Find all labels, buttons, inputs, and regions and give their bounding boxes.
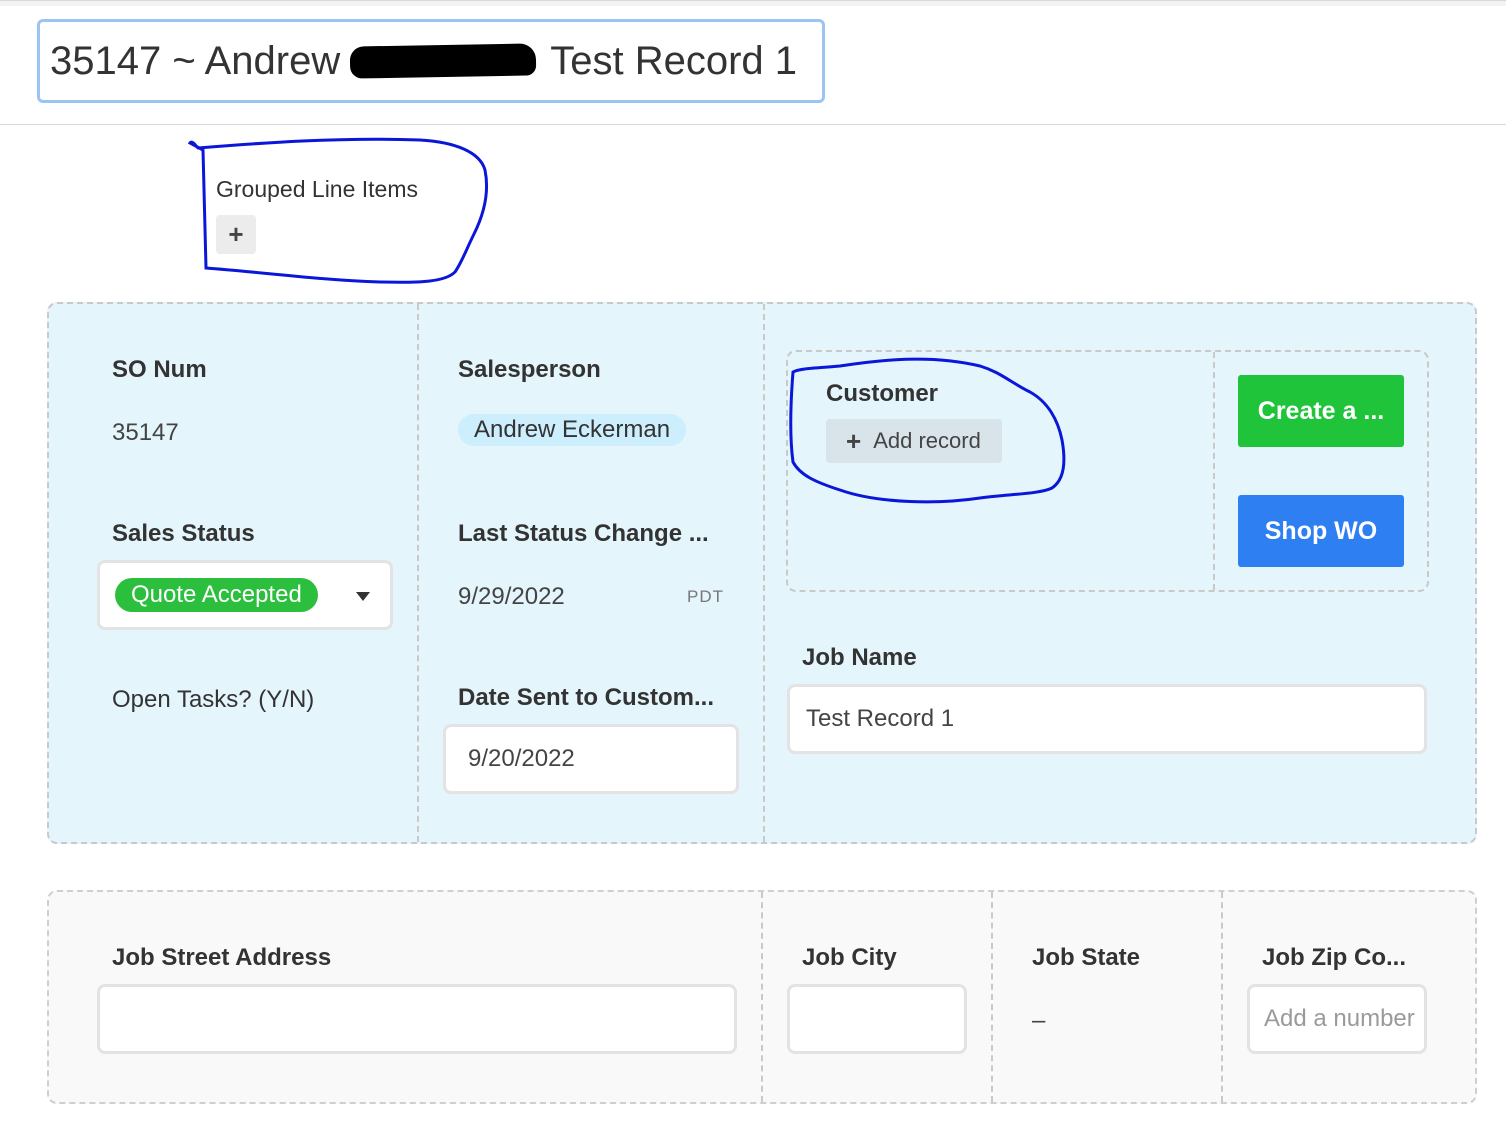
last-status-change-label: Last Status Change ... [458,520,709,547]
status-badge: Quote Accepted [115,578,318,612]
job-name-input[interactable]: Test Record 1 [787,684,1427,754]
column-divider [761,892,763,1102]
redaction-mark [349,43,537,79]
job-street-input[interactable] [97,984,737,1054]
job-city-label: Job City [802,944,897,971]
column-divider [1221,892,1223,1102]
last-status-change-value: 9/29/2022 [458,583,565,610]
job-zip-placeholder: Add a number [1264,1005,1415,1032]
salesperson-label: Salesperson [458,356,601,383]
column-divider [1213,352,1215,590]
grouped-line-items-label: Grouped Line Items [216,176,419,202]
column-divider [417,304,419,842]
add-customer-record-button[interactable]: + Add record [826,419,1002,463]
column-divider [763,304,765,842]
plus-icon: + [228,219,244,249]
sales-status-label: Sales Status [112,520,255,547]
so-num-label: SO Num [112,356,207,383]
create-button[interactable]: Create a ... [1238,375,1404,447]
salesperson-chip[interactable]: Andrew Eckerman [458,414,687,446]
job-state-value[interactable]: – [1032,1007,1045,1035]
job-zip-input[interactable]: Add a number [1247,984,1427,1054]
record-title-prefix: 35147 ~ Andrew [50,38,341,83]
plus-icon: + [846,425,862,456]
shop-wo-button[interactable]: Shop WO [1238,495,1404,567]
add-record-label: Add record [873,428,981,453]
record-header: 35147 ~ Andrew Test Record 1 [0,0,1506,125]
job-street-label: Job Street Address [112,944,332,971]
job-zip-label: Job Zip Co... [1262,944,1406,971]
date-sent-label: Date Sent to Custom... [458,684,715,711]
record-title-suffix: Test Record 1 [550,38,798,83]
dropdown-caret-icon [356,592,370,601]
open-tasks-label: Open Tasks? (Y/N) [112,686,315,713]
job-state-label: Job State [1032,944,1141,971]
date-sent-input[interactable]: 9/20/2022 [443,724,739,794]
customer-label: Customer [826,380,939,407]
timezone-label: PDT [687,587,724,606]
job-name-label: Job Name [802,644,917,671]
column-divider [991,892,993,1102]
so-num-value: 35147 [112,419,179,446]
add-line-item-button[interactable]: + [216,215,256,254]
sales-status-select[interactable]: Quote Accepted [97,560,393,630]
hand-drawn-circle-grouped [187,137,489,284]
job-city-input[interactable] [787,984,967,1054]
record-title-input[interactable]: 35147 ~ Andrew Test Record 1 [37,19,825,103]
